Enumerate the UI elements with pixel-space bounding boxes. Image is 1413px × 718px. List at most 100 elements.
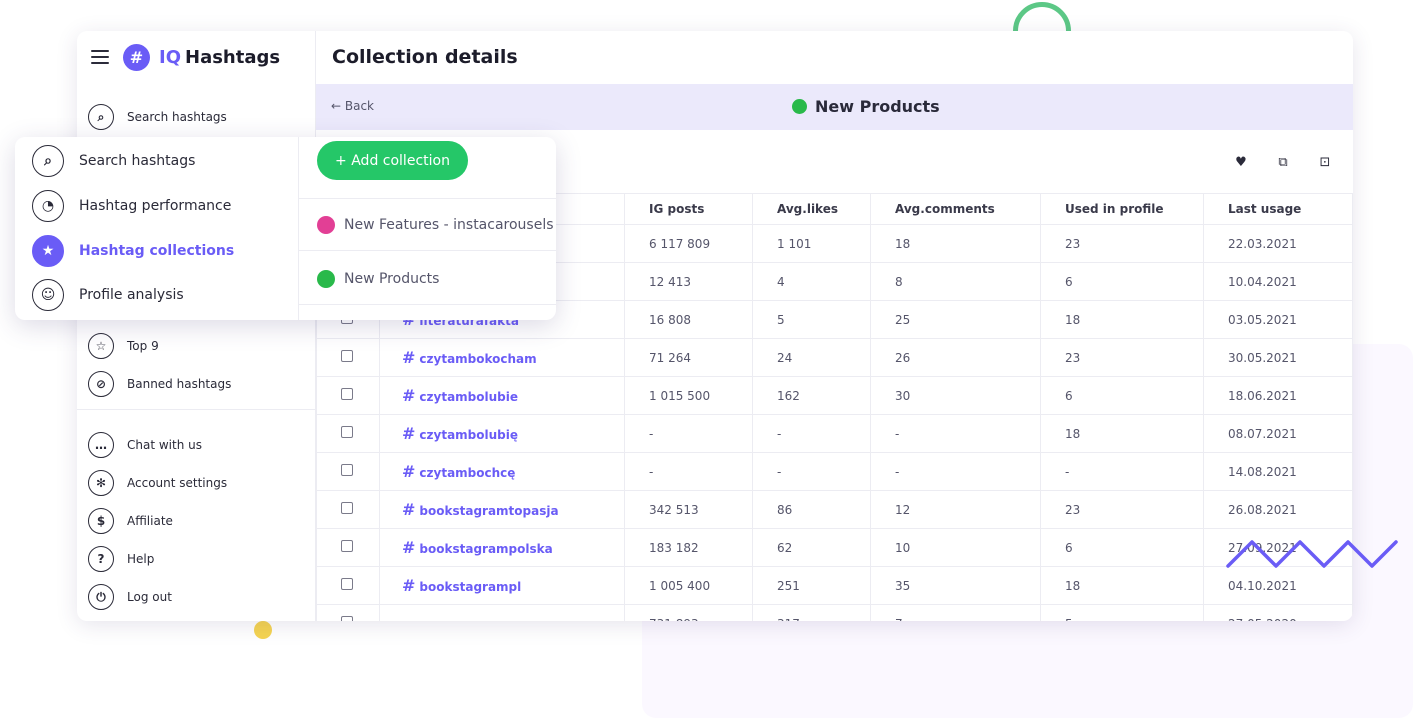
avg-likes-cell: 24 — [752, 338, 871, 377]
ig-posts-cell: 342 513 — [624, 490, 753, 529]
heart-icon[interactable]: ♥ — [1233, 155, 1249, 170]
export-icon[interactable]: ⊡ — [1317, 155, 1333, 170]
header-used-in-profile[interactable]: Used in profile — [1040, 193, 1204, 225]
hashtag-link[interactable]: # czytambolubię — [379, 414, 625, 453]
star-icon: ☆ — [88, 333, 114, 359]
avg-comments-cell: 12 — [870, 490, 1041, 529]
last-usage-cell: 30.05.2021 — [1203, 338, 1353, 377]
checkbox[interactable] — [341, 464, 353, 476]
used-in-profile-cell: 23 — [1040, 224, 1204, 263]
avg-likes-cell: 86 — [752, 490, 871, 529]
row-checkbox[interactable] — [316, 414, 380, 453]
hashtag-link[interactable]: # czytambokocham — [379, 338, 625, 377]
table-row[interactable]: # bookstagrampl 1 005 400 251 35 18 04.10.2021 — [316, 566, 1353, 605]
avg-likes-cell: 62 — [752, 528, 871, 567]
avg-comments-cell: 7 — [870, 604, 1041, 621]
hashtag-link[interactable]: # bookstagrampolska — [379, 528, 625, 567]
checkbox[interactable] — [341, 388, 353, 400]
power-icon: ⏻ — [88, 584, 114, 610]
row-checkbox[interactable] — [316, 452, 380, 491]
menu-item-search-hashtags[interactable]: ⌕ Search hashtags — [32, 144, 195, 178]
hashtag-icon: # — [402, 386, 416, 405]
back-button[interactable]: ← Back — [331, 99, 374, 113]
table-actions: ♥ ⧉ ⊡ — [1233, 155, 1333, 170]
hashtag-link[interactable]: # bookstagramtopasja — [379, 490, 625, 529]
menu-icon[interactable] — [91, 50, 109, 64]
table-row[interactable]: # bookstagrampolska 183 182 62 10 6 27.09.2021 — [316, 528, 1353, 567]
row-checkbox[interactable] — [316, 376, 380, 415]
ban-icon: ⊘ — [88, 371, 114, 397]
header-last-usage[interactable]: Last usage — [1203, 193, 1353, 225]
checkbox[interactable] — [341, 578, 353, 590]
add-collection-button[interactable]: + Add collection — [317, 141, 468, 180]
checkbox[interactable] — [341, 426, 353, 438]
main-content: Collection details ← Back New Products ♥… — [316, 31, 1353, 621]
row-checkbox[interactable] — [316, 566, 380, 605]
decor-zigzag — [1226, 540, 1398, 568]
last-usage-cell: 08.07.2021 — [1203, 414, 1353, 453]
table-row[interactable]: # czytambolubie 1 015 500 162 30 6 18.06.2021 — [316, 376, 1353, 415]
sidebar-item-chat[interactable]: … Chat with us — [88, 431, 202, 459]
sidebar-item-banned-hashtags[interactable]: ⊘ Banned hashtags — [88, 370, 231, 398]
collection-title: New Products — [792, 97, 940, 116]
row-checkbox[interactable] — [316, 490, 380, 529]
header-ig-posts[interactable]: IG posts — [624, 193, 753, 225]
row-checkbox[interactable] — [316, 338, 380, 377]
copy-icon[interactable]: ⧉ — [1275, 155, 1291, 170]
avg-likes-cell: 251 — [752, 566, 871, 605]
sidebar-item-affiliate[interactable]: $ Affiliate — [88, 507, 173, 535]
avg-comments-cell: 10 — [870, 528, 1041, 567]
header-avg-likes[interactable]: Avg.likes — [752, 193, 871, 225]
menu-item-hashtag-collections[interactable]: ★ Hashtag collections — [32, 234, 234, 268]
brand: # IQ Hashtags — [91, 42, 280, 72]
checkbox[interactable] — [341, 502, 353, 514]
ig-posts-cell: - — [624, 452, 753, 491]
menu-item-profile-analysis[interactable]: ☺ Profile analysis — [32, 278, 184, 312]
logo-icon: # — [123, 43, 150, 71]
used-in-profile-cell: 18 — [1040, 566, 1204, 605]
search-icon: ⌕ — [32, 145, 64, 177]
collection-item-new-features[interactable]: New Features - instacarousels — [317, 213, 554, 237]
avg-comments-cell: 25 — [870, 300, 1041, 339]
used-in-profile-cell: 18 — [1040, 414, 1204, 453]
avg-comments-cell: - — [870, 414, 1041, 453]
table-row[interactable]: # bookstagramtopasja 342 513 86 12 23 26.08.20… — [316, 490, 1353, 529]
navigation-popover: ⌕ Search hashtags ◔ Hashtag performance … — [15, 137, 556, 320]
sidebar-item-account-settings[interactable]: ✻ Account settings — [88, 469, 227, 497]
row-checkbox[interactable] — [316, 604, 380, 621]
hashtag-link[interactable]: # czytambolubie — [379, 376, 625, 415]
last-usage-cell: 03.05.2021 — [1203, 300, 1353, 339]
table-row[interactable]: 731 8933177527.05.2020 — [316, 604, 1353, 621]
brand-name: IQ Hashtags — [159, 46, 281, 68]
sidebar-item-help[interactable]: ? Help — [88, 545, 154, 573]
hashtag-icon: # — [402, 462, 416, 481]
collection-item-new-products[interactable]: New Products — [317, 267, 439, 291]
checkbox[interactable] — [341, 616, 353, 621]
popover-divider — [299, 198, 556, 199]
sidebar-item-top-9[interactable]: ☆ Top 9 — [88, 332, 159, 360]
hashtag-link[interactable] — [379, 604, 625, 621]
avg-comments-cell: 30 — [870, 376, 1041, 415]
header-avg-comments[interactable]: Avg.comments — [870, 193, 1041, 225]
ig-posts-cell: 71 264 — [624, 338, 753, 377]
row-checkbox[interactable] — [316, 528, 380, 567]
hashtag-link[interactable]: # czytambochcę — [379, 452, 625, 491]
ig-posts-cell: 1 005 400 — [624, 566, 753, 605]
hashtag-link[interactable]: # bookstagrampl — [379, 566, 625, 605]
gear-icon: ✻ — [88, 470, 114, 496]
last-usage-cell: 14.08.2021 — [1203, 452, 1353, 491]
sidebar-item-log-out[interactable]: ⏻ Log out — [88, 583, 172, 611]
checkbox[interactable] — [341, 350, 353, 362]
menu-item-hashtag-performance[interactable]: ◔ Hashtag performance — [32, 189, 231, 223]
table-row[interactable]: # czytambokocham 71 264 24 26 23 30.05.2021 — [316, 338, 1353, 377]
collection-color-dot — [317, 216, 335, 234]
table-row[interactable]: # czytambolubię - - -18 08.07.2021 — [316, 414, 1353, 453]
sidebar-item-search-hashtags[interactable]: ⌕ Search hashtags — [88, 103, 227, 131]
last-usage-cell: 18.06.2021 — [1203, 376, 1353, 415]
page-title: Collection details — [332, 46, 518, 68]
checkbox[interactable] — [341, 540, 353, 552]
hashtag-icon: # — [402, 348, 416, 367]
table-row[interactable]: # czytambochcę - - - -14.08.2021 — [316, 452, 1353, 491]
avg-likes-cell: - — [752, 452, 871, 491]
folder-star-icon: ★ — [32, 235, 64, 267]
